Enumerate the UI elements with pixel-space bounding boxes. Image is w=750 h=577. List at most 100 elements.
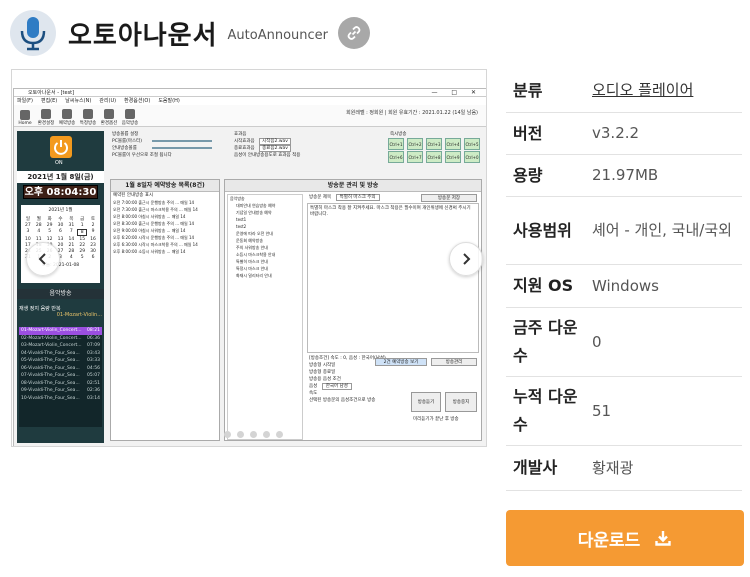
menu-item: 도움말(H) — [158, 98, 180, 104]
toolbar-button: Home — [16, 106, 34, 126]
calendar-date: 5 — [80, 255, 84, 260]
download-icon — [655, 531, 671, 546]
carousel-dot[interactable] — [276, 431, 283, 438]
reservation-row: 오전 9:00:00 아침시 사워방송 ... 매일 14 — [113, 228, 186, 233]
calendar-weekday: 화 — [47, 217, 52, 222]
tree-item: test2 — [236, 224, 247, 229]
calendar-weekday: 수 — [58, 217, 63, 222]
info-value: 0 — [592, 332, 602, 351]
info-label: 용량 — [513, 165, 543, 185]
calendar-date: 16 — [90, 237, 96, 242]
carousel-dot[interactable] — [263, 431, 270, 438]
member-info: 회원레벨 : 정회원 | 회원 유효기간 : 2021.01.22 (14일 남… — [346, 110, 478, 116]
screenshot-carousel: 오토아나운서 - [test] — □ ✕ 파일(F) 편집(E) 날씨뉴스(N… — [11, 69, 487, 447]
music-now: 01-Mozart-Violin... — [56, 312, 102, 318]
calendar-date: 28 — [35, 223, 42, 228]
tree-item: 주의 사워방송 안내 — [236, 245, 268, 250]
share-link-button[interactable] — [338, 17, 371, 49]
toolbar-button: 예약방송 — [58, 106, 76, 126]
toolbar-button: 특정방송 — [79, 106, 97, 126]
manage-reserve-button: 2건 예약방송 보기 — [375, 358, 427, 366]
manage-stop-button: 방송중지 — [445, 392, 477, 412]
tree-item: 특별히 마스크 안내 — [236, 259, 268, 264]
playlist-item-time: 02:36 — [87, 388, 100, 393]
window-titlebar: 오토아나운서 - [test] — [14, 89, 486, 97]
download-label: 다운로드 — [577, 530, 641, 551]
info-row: 누적 다운수 51 — [506, 377, 742, 446]
reservation-row: 오전 8:30:00 출근시 운행방송 주의 ... 매일 14 — [113, 221, 195, 226]
settings-area: 방송볼륨 설정 PC볼륨(마스터) 안내방송볼륨 PC볼륨이 우선으로 조절 됩… — [110, 131, 482, 175]
playlist-item: 09-Vivaldi-The_Four_Sea... 02:36 — [19, 387, 102, 395]
playlist-item-time: 03:33 — [87, 358, 100, 363]
carousel-dot[interactable] — [250, 431, 257, 438]
quick-broadcast-title: 즉시방송 — [390, 132, 407, 137]
carousel-prev-button[interactable] — [26, 242, 60, 276]
toolbar-button: 환경옵션 — [100, 106, 118, 126]
power-icon — [50, 136, 72, 158]
info-label: 개발사 — [513, 458, 558, 477]
calendar-date: 10 — [25, 237, 31, 242]
quick-broadcast-grid: Ctrl+1 Ctrl+2 Ctrl+3 Ctrl+4 Ctrl+5 Ctrl+6 Ctrl… — [388, 138, 482, 163]
quick-broadcast-button: Ctrl+7 — [407, 151, 423, 163]
playlist-item: 03-Mozart-Violin_Concert... 07:09 — [19, 342, 102, 350]
playlist-item: 01-Mozart-Violin_Concert... 08:21 — [19, 327, 102, 335]
playlist-item: 05-Vivaldi-The_Four_Sea... 03:33 — [19, 357, 102, 365]
playlist-item-name: 04-Vivaldi-The_Four_Sea... — [21, 350, 80, 356]
playlist-item-time: 02:51 — [87, 380, 100, 386]
carousel-dot[interactable] — [237, 431, 244, 438]
calendar-date: 28 — [68, 249, 75, 254]
playlist-item-time: 03:14 — [87, 395, 100, 401]
calendar-date: 23 — [90, 243, 96, 248]
playlist-item-name: 06-Vivaldi-The_Four_Sea... — [21, 365, 80, 371]
link-icon — [347, 26, 361, 40]
quick-broadcast-button: Ctrl+1 — [388, 138, 404, 150]
info-label: 누적 다운수 — [513, 387, 578, 434]
playlist-item: 07-Vivaldi-The_Four_Sea... 05:07 — [19, 372, 102, 380]
playlist-item-name: 03-Mozart-Violin_Concert... — [21, 343, 82, 348]
playlist-item-name: 08-Vivaldi-The_Four_Sea... — [21, 380, 80, 386]
info-value: 황재광 — [592, 458, 634, 477]
carousel-dots — [224, 431, 283, 438]
manage-text: 특별히 마스크 착용 잘 지켜주세요. 마스크 착용은 필수이며 개인위생에 신… — [307, 203, 479, 353]
calendar-weekday: 토 — [90, 217, 96, 222]
download-button[interactable]: 다운로드 — [506, 510, 744, 566]
guide-volume-slider — [152, 147, 212, 149]
tree-item: 특정시 마스크 안내 — [236, 266, 268, 271]
carousel-next-button[interactable] — [449, 242, 483, 276]
music-controls: 재생 정지 음량 반복 01-Mozart-Violin... — [19, 305, 102, 323]
reservation-row: 오후 6:30:00 시작시 마스크착용 주의 ... 매일 14 — [113, 242, 198, 247]
info-value: 셰어 - 개인, 국내/국외 — [592, 221, 732, 239]
playlist-item-name: 02-Mozart-Violin_Concert... — [21, 335, 82, 341]
calendar-date: 12 — [46, 237, 53, 242]
quick-broadcast-button: Ctrl+8 — [426, 151, 442, 163]
reservation-row: 오전 7:00:00 출근시 운행방송 주의 ... 매일 14 — [113, 200, 195, 205]
calendar-date: 6 — [91, 255, 95, 260]
tree-item: test1 — [236, 217, 247, 222]
calendar-date: 4 — [69, 255, 73, 260]
playlist-item-name: 07-Vivaldi-The_Four_Sea... — [21, 373, 80, 378]
info-row: 금주 다운수 0 — [506, 308, 742, 377]
tree-item: 운동회 예약방송 — [236, 238, 264, 243]
calendar-weekday: 일 — [25, 217, 30, 222]
chevron-left-icon — [38, 253, 46, 265]
calendar-date: 7 — [69, 229, 73, 234]
info-row: 사용범위 셰어 - 개인, 국내/국외 — [506, 197, 742, 265]
playlist-item-time: 03:43 — [87, 350, 100, 356]
category-link[interactable]: 오디오 플레이어 — [586, 77, 742, 104]
power-label: ON — [55, 160, 63, 166]
carousel-dot[interactable] — [224, 431, 231, 438]
manage-save-button: 방송문 저장 — [421, 194, 477, 202]
quick-broadcast-button: Ctrl+9 — [445, 151, 461, 163]
playlist-item: 08-Vivaldi-The_Four_Sea... 02:51 — [19, 380, 102, 388]
quick-broadcast-button: Ctrl+6 — [388, 151, 404, 163]
info-row: 개발사 황재광 — [506, 446, 742, 491]
reservation-check: 예약된 안내방송 표시 — [113, 193, 154, 198]
menu-item: 날씨뉴스(N) — [65, 98, 92, 104]
calendar-date: 15 — [79, 237, 86, 242]
playlist-item: 10-Vivaldi-The_Four_Sea... 03:14 — [19, 395, 102, 403]
calendar-date: 8 — [77, 229, 88, 236]
playlist: 01-Mozart-Violin_Concert... 08:21 02-Mozar… — [19, 327, 102, 427]
tree-item: 기념일 안내방송 예약 — [236, 210, 272, 215]
info-value: Windows — [592, 276, 659, 295]
info-label: 사용범위 — [513, 220, 572, 240]
